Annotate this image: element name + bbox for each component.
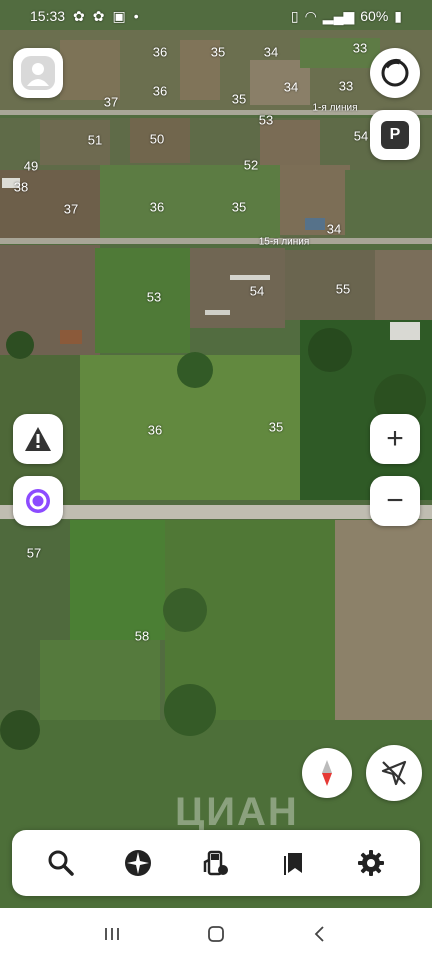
street-label: 15-я линия: [258, 236, 310, 248]
bottom-toolbar: [12, 830, 420, 896]
gas-station-icon: [203, 850, 228, 876]
compass-icon: [322, 760, 332, 786]
plot-label: 57: [26, 545, 42, 561]
settings-button[interactable]: [346, 838, 396, 888]
plot-label: 35: [210, 44, 226, 60]
alice-assistant-button[interactable]: [13, 476, 63, 526]
back-button[interactable]: [300, 914, 340, 954]
discovery-button[interactable]: [113, 838, 163, 888]
plot-label: 37: [63, 201, 79, 217]
discovery-icon: [125, 850, 152, 876]
image-icon: ▣: [112, 7, 126, 24]
plot-label: 49: [23, 158, 39, 174]
plot-label: 36: [149, 199, 165, 215]
street-label: 1-я линия: [312, 102, 358, 114]
lock-icon: ▯: [290, 7, 299, 24]
gas-station-button[interactable]: [191, 838, 241, 888]
plot-label: 58: [134, 628, 150, 644]
plot-label: 53: [146, 289, 162, 305]
plot-label: 54: [353, 128, 369, 144]
plot-label: 51: [87, 132, 103, 148]
bookmarks-button[interactable]: [269, 838, 319, 888]
alice-icon: [26, 489, 50, 513]
settings-icon: [358, 850, 385, 876]
home-button[interactable]: [196, 914, 236, 954]
plot-label: 36: [152, 44, 168, 60]
plot-label: 34: [263, 44, 279, 60]
signal-icon: ▂▄▆: [322, 7, 355, 24]
compass-button[interactable]: [302, 748, 352, 798]
plot-label: 33: [352, 40, 368, 56]
road-alert-button[interactable]: [13, 414, 63, 464]
plot-label: 36: [147, 422, 163, 438]
plot-label: 55: [335, 281, 351, 297]
notification-icon: ✿: [73, 7, 85, 24]
recent-apps-icon: [105, 928, 119, 940]
plot-label: 35: [231, 199, 247, 215]
battery-level: 60%: [360, 8, 389, 24]
profile-icon: [21, 56, 55, 90]
zoom-out-button[interactable]: −: [370, 476, 420, 526]
plot-label: 54: [249, 283, 265, 299]
plot-label: 38: [13, 179, 29, 195]
dot-icon: •: [133, 8, 139, 24]
location-arrow-icon: [381, 760, 407, 786]
profile-button[interactable]: [13, 48, 63, 98]
search-icon: [48, 850, 74, 876]
plot-label: 33: [338, 78, 354, 94]
system-nav-bar: [0, 908, 432, 960]
parking-button[interactable]: P: [370, 110, 420, 160]
bookmarks-icon: [283, 853, 302, 875]
layers-icon: [381, 58, 409, 87]
plot-label: 35: [231, 91, 247, 107]
plot-label: 36: [152, 83, 168, 99]
plot-label: 37: [103, 94, 119, 110]
warning-icon: [25, 427, 51, 451]
plot-label: 50: [149, 131, 165, 147]
plot-label: 34: [326, 221, 342, 237]
search-button[interactable]: [36, 838, 86, 888]
plot-label: 35: [268, 419, 284, 435]
notification-icon: ✿: [92, 7, 105, 24]
plot-label: 34: [283, 79, 299, 95]
wifi-icon: ◠: [304, 7, 317, 24]
layers-button[interactable]: [370, 48, 420, 98]
plot-label: 53: [258, 112, 274, 128]
plus-icon: +: [386, 422, 404, 455]
plot-label: 52: [243, 157, 259, 173]
back-icon: [314, 926, 324, 942]
minus-icon: −: [386, 484, 404, 517]
battery-icon: ▮: [394, 7, 402, 24]
status-time: 15:33: [30, 8, 66, 24]
my-location-button[interactable]: [366, 745, 422, 801]
zoom-in-button[interactable]: +: [370, 414, 420, 464]
home-icon: [208, 926, 224, 942]
status-bar: 15:33 ✿ ✿ ▣ • ▯ ◠ ▂▄▆ 60% ▮: [0, 0, 432, 32]
recent-apps-button[interactable]: [92, 914, 132, 954]
parking-icon: P: [381, 121, 409, 149]
watermark: ЦИАН: [175, 790, 299, 834]
